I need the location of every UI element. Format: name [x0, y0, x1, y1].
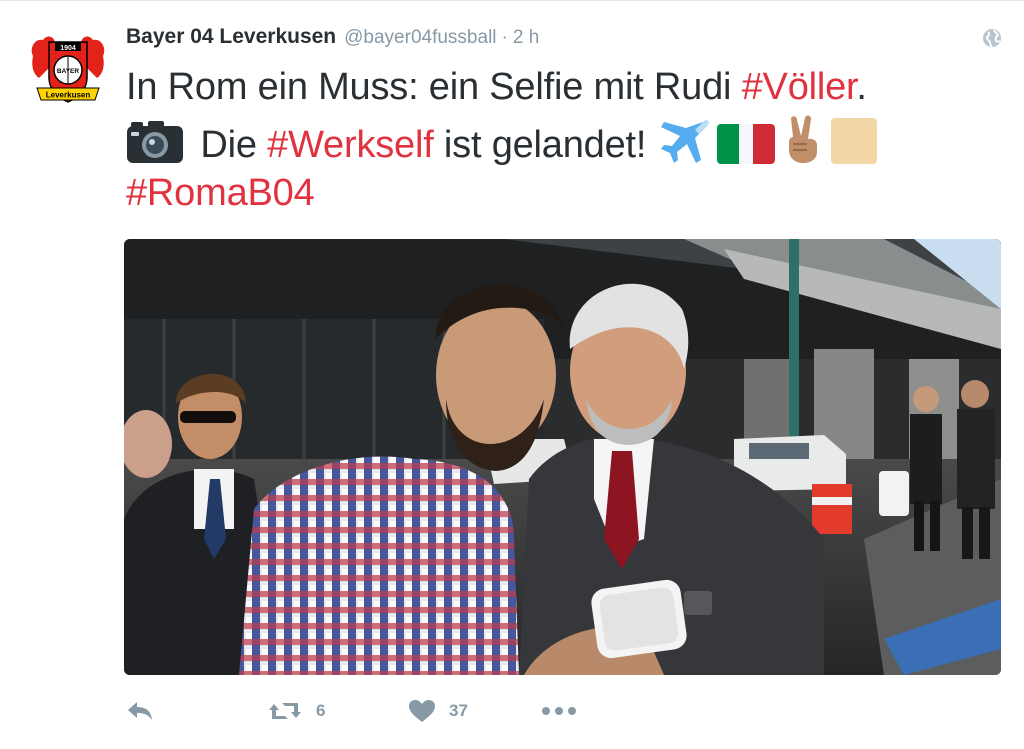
tweet-header: Bayer 04 Leverkusen @bayer04fussball · 2…	[126, 25, 539, 51]
reply-icon	[126, 700, 154, 722]
svg-text:Leverkusen: Leverkusen	[46, 91, 91, 100]
avatar[interactable]: 1904 BAYER Leverkusen	[25, 26, 111, 112]
italy-flag-emoji	[716, 124, 775, 164]
tweet-actions: 6 37	[126, 697, 626, 725]
text-segment: ist gelandet!	[433, 124, 657, 166]
globe-icon	[982, 28, 1002, 48]
tofu-box-emoji	[830, 118, 877, 164]
separator: ·	[501, 27, 508, 48]
camera-emoji	[126, 120, 184, 164]
text-segment: Die	[190, 124, 268, 166]
retweet-button[interactable]: 6	[268, 697, 325, 725]
tweet-card[interactable]: 1904 BAYER Leverkusen Bayer 04 Leverkuse…	[0, 0, 1024, 749]
hashtag-voeller[interactable]: #Völler	[742, 66, 857, 108]
tweet-text: In Rom ein Muss: ein Selfie mit Rudi #Vö…	[126, 61, 1006, 220]
retweet-count: 6	[316, 701, 326, 720]
tweet-text-line-3: #RomaB04	[126, 167, 1006, 220]
like-count: 37	[449, 701, 468, 720]
reply-button[interactable]	[126, 697, 154, 725]
tweet-text-line-2: Die #Werkself ist gelandet!	[126, 114, 1006, 167]
tweet-text-line-1: In Rom ein Muss: ein Selfie mit Rudi #Vö…	[126, 61, 1006, 114]
selfie-photo	[124, 239, 1001, 675]
victory-hand-emoji	[781, 114, 825, 164]
more-button[interactable]	[541, 697, 577, 725]
hashtag-romab04[interactable]: #RomaB04	[126, 172, 315, 214]
bayer04-crest-logo: 1904 BAYER Leverkusen	[25, 26, 111, 112]
retweet-icon	[268, 700, 302, 722]
heart-icon	[409, 700, 435, 722]
hashtag-werkself[interactable]: #Werkself	[267, 124, 434, 166]
like-button[interactable]: 37	[409, 697, 468, 725]
author-name[interactable]: Bayer 04 Leverkusen	[126, 25, 336, 49]
airplane-emoji	[657, 118, 711, 164]
text-segment: .	[856, 66, 867, 108]
tweet-photo[interactable]	[124, 239, 1001, 675]
tweet-timestamp[interactable]: 2 h	[513, 27, 539, 49]
svg-text:1904: 1904	[60, 45, 76, 52]
text-segment: In Rom ein Muss: ein Selfie mit Rudi	[126, 66, 742, 108]
more-icon	[541, 706, 577, 716]
author-handle[interactable]: @bayer04fussball	[344, 27, 496, 49]
